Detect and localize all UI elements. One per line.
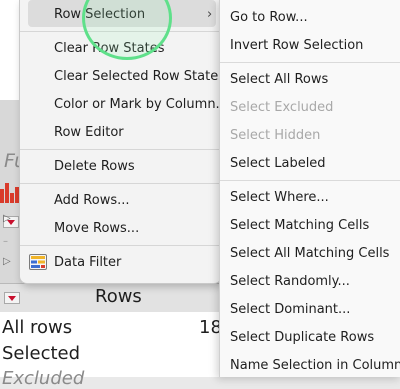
chevron-right-icon: › <box>207 7 213 22</box>
row-context-menu: Row Selection › Clear Row States Clear S… <box>19 0 228 284</box>
submenu-item-select-labeled[interactable]: Select Labeled <box>230 156 326 172</box>
menu-item-move-rows[interactable]: Move Rows... <box>54 221 139 237</box>
histogram-icon <box>0 183 20 203</box>
submenu-item-select-hidden: Select Hidden <box>230 128 321 143</box>
submenu-item-select-duplicate-rows[interactable]: Select Duplicate Rows <box>230 330 374 346</box>
red-triangle-menu-icon[interactable] <box>4 292 20 304</box>
data-filter-icon <box>29 254 47 270</box>
menu-item-delete-rows[interactable]: Delete Rows <box>54 159 135 175</box>
submenu-item-select-excluded: Select Excluded <box>230 100 334 115</box>
menu-divider <box>220 180 400 181</box>
submenu-item-select-dominant[interactable]: Select Dominant... <box>230 302 350 318</box>
rows-all-label: All rows <box>2 317 73 338</box>
menu-divider <box>20 245 221 246</box>
rows-panel-body: All rows 18 Selected Excluded <box>0 312 222 389</box>
rows-excluded-label: Excluded <box>2 368 85 389</box>
rows-selected-label: Selected <box>2 343 81 364</box>
submenu-item-invert-row-selection[interactable]: Invert Row Selection <box>230 38 363 54</box>
submenu-item-select-all-matching-cells[interactable]: Select All Matching Cells <box>230 246 389 262</box>
menu-divider <box>20 183 221 184</box>
menu-item-row-editor[interactable]: Row Editor <box>54 125 124 141</box>
menu-item-clear-selected-row-states[interactable]: Clear Selected Row States <box>54 69 225 85</box>
menu-item-color-or-mark-by-column[interactable]: Color or Mark by Column... <box>54 97 228 113</box>
submenu-item-select-randomly[interactable]: Select Randomly... <box>230 274 350 290</box>
submenu-item-select-where[interactable]: Select Where... <box>230 190 329 206</box>
menu-item-clear-row-states[interactable]: Clear Row States <box>54 41 164 57</box>
disclosure-arrow-icon[interactable]: ▷ <box>3 213 11 224</box>
submenu-item-select-matching-cells[interactable]: Select Matching Cells <box>230 218 369 234</box>
menu-divider <box>20 149 221 150</box>
submenu-item-go-to-row[interactable]: Go to Row... <box>230 10 308 26</box>
menu-divider <box>20 31 221 32</box>
menu-divider <box>220 62 400 63</box>
rows-panel-title: Rows <box>95 286 142 307</box>
submenu-item-name-selection-in-column[interactable]: Name Selection in Column... <box>230 358 400 374</box>
menu-item-add-rows[interactable]: Add Rows... <box>54 193 130 209</box>
menu-item-row-selection[interactable]: Row Selection <box>54 7 145 23</box>
menu-item-data-filter[interactable]: Data Filter <box>54 255 121 271</box>
disclosure-arrow-icon[interactable]: ▷ <box>3 256 11 267</box>
dash-icon: – <box>3 236 8 247</box>
rows-panel-header: Rows <box>0 283 222 313</box>
submenu-item-select-all-rows[interactable]: Select All Rows <box>230 72 328 88</box>
row-selection-submenu: Go to Row... Invert Row Selection Select… <box>219 0 400 377</box>
